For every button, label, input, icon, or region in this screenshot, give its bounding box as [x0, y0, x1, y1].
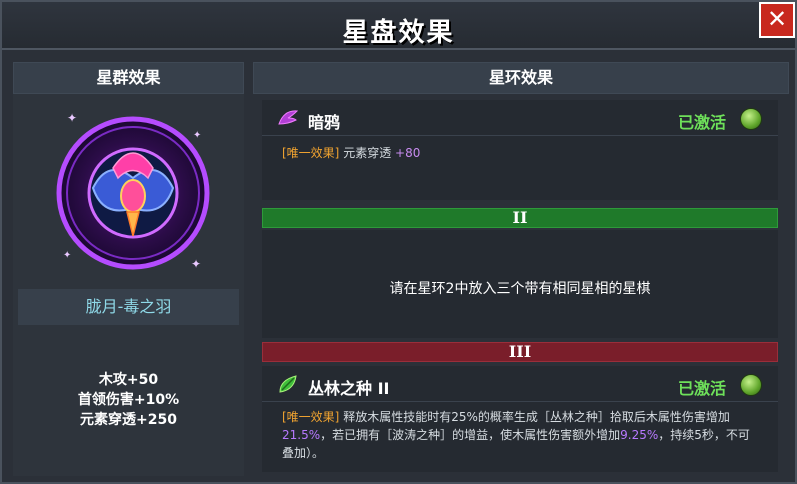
constellation-stats: 木攻+50 首领伤害+10% 元素穿透+250: [13, 370, 244, 430]
ring-3-bar: III: [262, 342, 778, 362]
ring-1-name: 暗鸦: [308, 113, 341, 132]
constellation-panel: 星群效果 ✦ ✦ ✦ ✦ 胧月-毒之羽 木攻+50 首领伤害+10% 元素穿透+…: [13, 62, 244, 476]
ring-3-effect: [唯一效果] 释放木属性技能时有25%的概率生成［丛林之种］拾取后木属性伤害增加…: [262, 402, 778, 468]
effect-text-1: 释放木属性技能时有25%的概率生成［丛林之种］拾取后木属性伤害增加: [343, 410, 730, 424]
ring-2-section[interactable]: 请在星环2中放入三个带有相同星相的星棋: [262, 230, 778, 338]
stat-boss-damage: 首领伤害+10%: [77, 392, 180, 408]
close-button[interactable]: ✕: [759, 2, 795, 38]
ring-3-header: 丛林之种 II 已激活: [262, 366, 778, 402]
svg-text:✦: ✦: [193, 130, 201, 141]
svg-text:✦: ✦: [191, 257, 201, 271]
ring-2-bar: II: [262, 208, 778, 228]
ring-3-status: 已激活: [677, 379, 726, 398]
star-ring-header: 星环效果: [253, 62, 789, 94]
constellation-header: 星群效果: [13, 62, 244, 94]
ring-3-section: 丛林之种 II 已激活 [唯一效果] 释放木属性技能时有25%的概率生成［丛林之…: [262, 366, 778, 472]
ring-3-name: 丛林之种 II: [308, 379, 390, 398]
stat-wood-attack: 木攻+50: [98, 372, 159, 388]
effect-text: 元素穿透: [343, 146, 392, 160]
ring-1-status: 已激活: [677, 113, 726, 132]
effect-tag: [唯一效果]: [282, 146, 340, 160]
svg-text:✦: ✦: [67, 111, 77, 125]
ring-2-prompt: 请在星环2中放入三个带有相同星相的星棋: [389, 281, 651, 297]
constellation-name: 胧月-毒之羽: [18, 289, 239, 325]
stat-element-penetration: 元素穿透+250: [80, 412, 177, 428]
effect-text-2: ，若已拥有［波涛之种］的增益，使木属性伤害额外增加: [320, 428, 621, 442]
raven-feather-icon: [276, 106, 300, 130]
star-ring-panel: 星环效果 暗鸦 已激活 [唯一效果] 元素穿透 +80 II 请在星环2中放入三…: [253, 62, 789, 476]
effect-tag: [唯一效果]: [282, 410, 340, 424]
ring-1-effect: [唯一效果] 元素穿透 +80: [262, 136, 778, 170]
title-bar: 星盘效果: [2, 2, 795, 50]
active-orb-icon: [740, 108, 762, 130]
star-disk-window: 星盘效果 ✕ 星群效果 ✦ ✦ ✦ ✦ 胧月-毒之羽 木攻+50 首领伤害+10…: [0, 0, 797, 484]
jungle-seed-icon: [276, 372, 300, 396]
active-orb-icon: [740, 374, 762, 396]
effect-value-2: 9.25%: [620, 428, 659, 442]
effect-value-1: 21.5%: [282, 428, 321, 442]
ring-1-section: 暗鸦 已激活 [唯一效果] 元素穿透 +80: [262, 100, 778, 200]
effect-value: +80: [395, 146, 421, 160]
svg-text:✦: ✦: [63, 250, 71, 261]
ring-1-header: 暗鸦 已激活: [262, 100, 778, 136]
window-title: 星盘效果: [342, 18, 455, 48]
poison-raven-emblem-icon: ✦ ✦ ✦ ✦: [53, 108, 213, 278]
